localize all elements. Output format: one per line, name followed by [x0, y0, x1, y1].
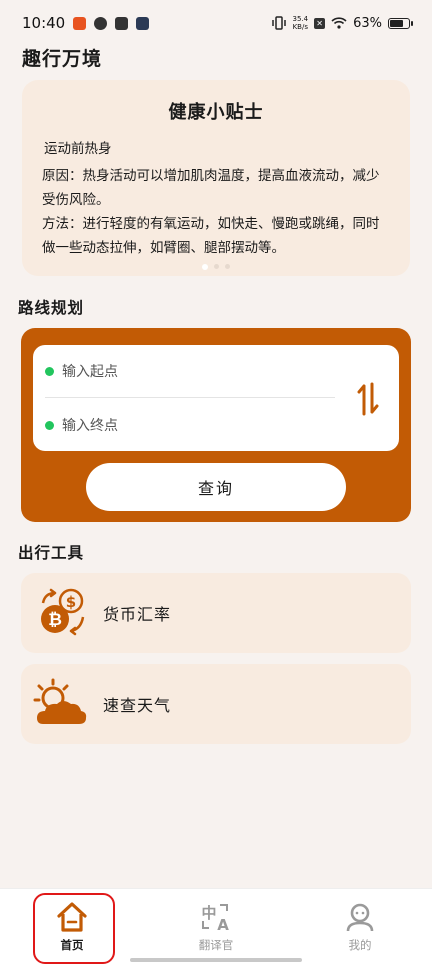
currency-exchange-icon: ₿ $ — [41, 588, 85, 636]
profile-icon — [346, 903, 374, 932]
status-bar: 10:40 35.4 KB/s ✕ 63% — [0, 0, 432, 46]
battery-text: 63% — [353, 15, 382, 31]
video-app-icon — [136, 16, 150, 30]
route-inputs: 输入起点 输入终点 — [33, 345, 399, 451]
network-speed: 35.4 KB/s — [293, 15, 309, 31]
page-title: 趣行万境 — [22, 48, 103, 70]
start-dot-icon — [45, 366, 54, 376]
swap-icon[interactable] — [357, 381, 379, 417]
sim-off-icon: ✕ — [314, 17, 326, 29]
svg-text:A: A — [217, 916, 229, 933]
route-planner-card: 输入起点 输入终点 查询 — [21, 328, 411, 522]
nav-home-highlight — [33, 893, 115, 964]
query-button[interactable]: 查询 — [86, 463, 346, 511]
carousel-indicator — [22, 264, 410, 270]
end-point-placeholder: 输入终点 — [62, 418, 118, 434]
carousel-dot[interactable] — [225, 264, 230, 269]
end-point-field[interactable]: 输入终点 — [45, 415, 118, 435]
tips-method: 方法：进行轻度的有氧运动，如快走、慢跑或跳绳，同时做一些动态拉伸，如臂圈、腿部摆… — [42, 216, 380, 256]
status-left: 10:40 — [22, 14, 150, 32]
battery-level — [390, 19, 403, 27]
wifi-icon — [331, 17, 347, 29]
svg-text:中: 中 — [201, 904, 216, 922]
currency-exchange-card[interactable]: ₿ $ 货币汇率 — [21, 573, 411, 653]
nav-item-profile[interactable]: 我的 — [320, 901, 400, 953]
health-tips-carousel[interactable]: 健康小贴士 运动前热身 原因：热身活动可以增加肌肉温度，提高血液流动，减少受伤风… — [22, 80, 410, 276]
network-speed-unit: KB/s — [292, 23, 308, 31]
notification-app-icon — [94, 16, 108, 30]
tools-section-title: 出行工具 — [18, 544, 85, 562]
status-time: 10:40 — [22, 14, 66, 32]
battery-icon — [388, 17, 413, 29]
route-section-title: 路线规划 — [18, 299, 85, 317]
weather-label: 速查天气 — [103, 696, 172, 715]
start-point-placeholder: 输入起点 — [62, 364, 118, 380]
weather-icon — [33, 678, 87, 724]
svg-text:$: $ — [66, 593, 76, 611]
tips-title: 健康小贴士 — [168, 102, 264, 123]
tips-reason: 原因：热身活动可以增加肌肉温度，提高血液流动，减少受伤风险。 — [42, 168, 380, 208]
nav-label-profile: 我的 — [348, 938, 372, 952]
nav-item-translate[interactable]: 中 A 翻译官 — [176, 901, 256, 953]
status-right: 35.4 KB/s ✕ 63% — [271, 15, 413, 31]
route-divider — [45, 397, 335, 398]
vibrate-icon — [271, 16, 286, 30]
currency-exchange-label: 货币汇率 — [103, 605, 172, 624]
network-speed-value: 35.4 — [292, 15, 309, 23]
carousel-dot[interactable] — [214, 264, 219, 269]
nav-label-translate: 翻译官 — [198, 938, 234, 952]
start-point-field[interactable]: 输入起点 — [45, 361, 118, 381]
translate-icon: 中 A — [201, 904, 229, 933]
weather-card[interactable]: 速查天气 — [21, 664, 411, 744]
carousel-dot[interactable] — [202, 264, 208, 270]
notification-app-icon — [73, 16, 87, 30]
mail-icon — [115, 16, 129, 30]
tips-subtitle: 运动前热身 — [44, 141, 112, 157]
home-indicator[interactable] — [130, 958, 302, 962]
svg-text:₿: ₿ — [48, 610, 62, 630]
end-dot-icon — [45, 420, 54, 430]
